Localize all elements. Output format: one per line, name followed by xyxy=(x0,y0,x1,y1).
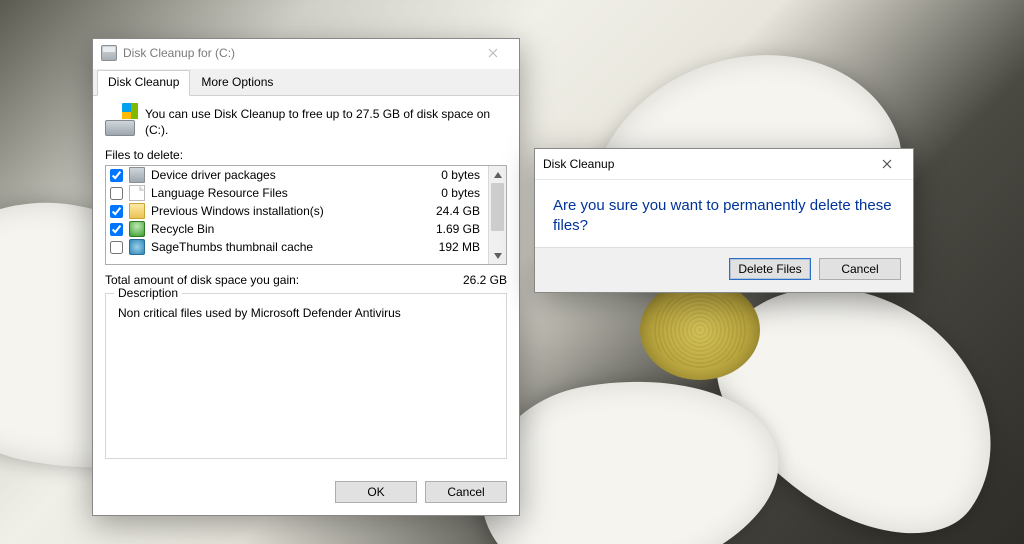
item-size: 24.4 GB xyxy=(420,204,484,218)
description-text: Non critical files used by Microsoft Def… xyxy=(114,300,498,320)
window-title: Disk Cleanup xyxy=(543,157,869,171)
file-type-icon xyxy=(129,239,145,255)
file-type-icon xyxy=(129,203,145,219)
item-name: SageThumbs thumbnail cache xyxy=(151,240,414,254)
window-title: Disk Cleanup for (C:) xyxy=(123,46,475,60)
files-listbox[interactable]: Device driver packages0 bytesLanguage Re… xyxy=(105,165,507,265)
disk-cleanup-dialog: Disk Cleanup for (C:) Disk Cleanup More … xyxy=(92,38,520,516)
description-group: Description Non critical files used by M… xyxy=(105,293,507,459)
item-checkbox[interactable] xyxy=(110,205,123,218)
total-value: 26.2 GB xyxy=(463,273,507,287)
description-heading: Description xyxy=(114,286,182,300)
intro-text: You can use Disk Cleanup to free up to 2… xyxy=(145,106,507,138)
item-name: Language Resource Files xyxy=(151,186,414,200)
disk-cleanup-icon xyxy=(105,106,135,136)
titlebar[interactable]: Disk Cleanup for (C:) xyxy=(93,39,519,67)
tab-strip: Disk Cleanup More Options xyxy=(93,69,519,96)
desktop-background: Disk Cleanup for (C:) Disk Cleanup More … xyxy=(0,0,1024,544)
item-size: 192 MB xyxy=(420,240,484,254)
item-checkbox[interactable] xyxy=(110,169,123,182)
item-name: Recycle Bin xyxy=(151,222,414,236)
list-item[interactable]: Recycle Bin 1.69 GB xyxy=(106,220,488,238)
drive-icon xyxy=(101,45,117,61)
scrollbar-track[interactable] xyxy=(489,183,506,247)
item-size: 1.69 GB xyxy=(420,222,484,236)
list-item[interactable]: SageThumbs thumbnail cache 192 MB xyxy=(106,238,488,256)
file-type-icon xyxy=(129,221,145,237)
item-checkbox[interactable] xyxy=(110,241,123,254)
files-to-delete-label: Files to delete: xyxy=(105,148,507,162)
titlebar[interactable]: Disk Cleanup xyxy=(535,149,913,180)
total-label: Total amount of disk space you gain: xyxy=(105,273,299,287)
confirm-dialog: Disk Cleanup Are you sure you want to pe… xyxy=(534,148,914,293)
list-item[interactable]: Language Resource Files 0 bytes xyxy=(106,184,488,202)
close-button[interactable] xyxy=(869,153,905,175)
scrollbar[interactable] xyxy=(488,166,506,264)
scroll-up-button[interactable] xyxy=(489,166,506,183)
item-size: 0 bytes xyxy=(420,168,484,182)
decorative-flower-center xyxy=(640,280,760,380)
file-type-icon xyxy=(129,185,145,201)
item-checkbox[interactable] xyxy=(110,223,123,236)
item-name: Device driver packages xyxy=(151,168,414,182)
scrollbar-thumb[interactable] xyxy=(491,183,504,231)
item-name: Previous Windows installation(s) xyxy=(151,204,414,218)
cancel-button[interactable]: Cancel xyxy=(819,258,901,280)
tab-more-options[interactable]: More Options xyxy=(190,70,284,96)
confirm-message: Are you sure you want to permanently del… xyxy=(553,196,895,237)
item-checkbox[interactable] xyxy=(110,187,123,200)
list-item[interactable]: Device driver packages 0 bytes xyxy=(106,166,488,184)
scroll-down-button[interactable] xyxy=(489,247,506,264)
file-type-icon xyxy=(129,167,145,183)
item-size: 0 bytes xyxy=(420,186,484,200)
list-item[interactable]: Previous Windows installation(s) 24.4 GB xyxy=(106,202,488,220)
ok-button[interactable]: OK xyxy=(335,481,417,503)
tab-disk-cleanup[interactable]: Disk Cleanup xyxy=(97,70,190,96)
close-button[interactable] xyxy=(475,42,511,64)
delete-files-button[interactable]: Delete Files xyxy=(729,258,811,280)
cancel-button[interactable]: Cancel xyxy=(425,481,507,503)
